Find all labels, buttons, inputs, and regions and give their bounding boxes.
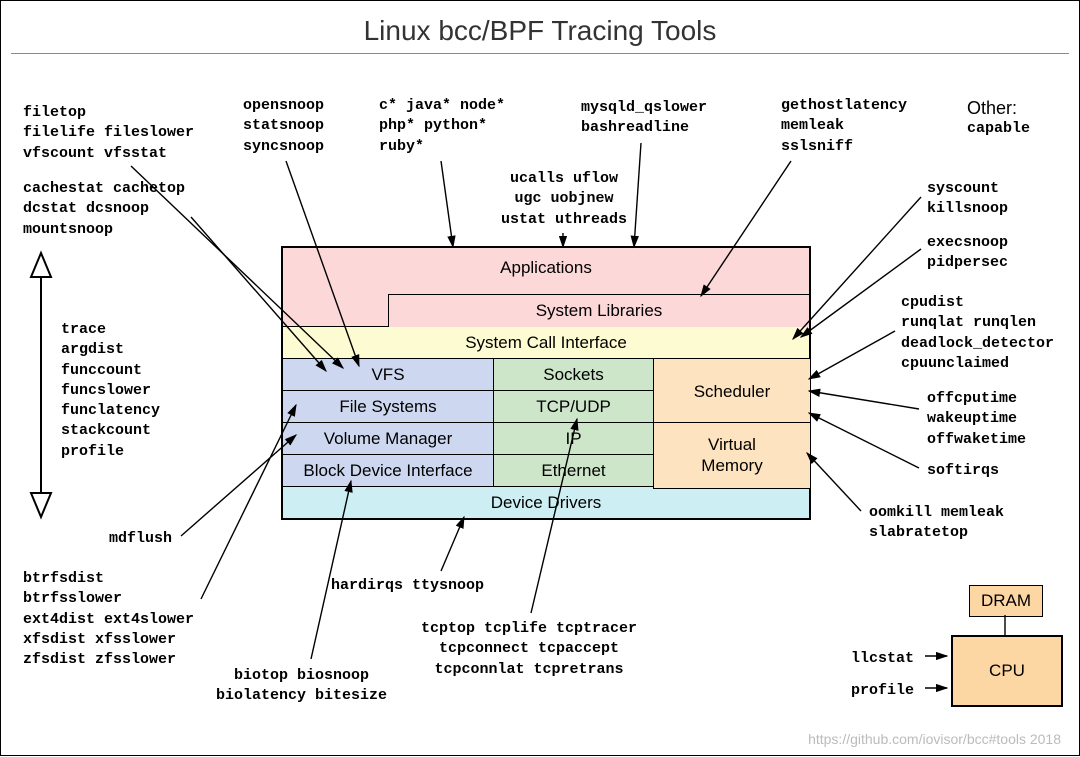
label-mdflush: mdflush <box>109 529 172 549</box>
layer-ip: IP <box>493 423 653 454</box>
label-syscount: syscount killsnoop <box>927 179 1008 220</box>
label-hardirqs: hardirqs ttysnoop <box>331 576 484 596</box>
label-gethost: gethostlatency memleak sslsniff <box>781 96 907 157</box>
label-llcstat: llcstat <box>851 649 914 669</box>
label-biotop: biotop biosnoop biolatency bitesize <box>216 666 387 707</box>
label-opensnoop: opensnoop statsnoop syncsnoop <box>243 96 324 157</box>
os-stack: Applications System Libraries System Cal… <box>281 246 811 520</box>
label-oomkill: oomkill memleak slabratetop <box>869 503 1004 544</box>
layer-applications: Applications <box>283 258 809 278</box>
layer-syscall: System Call Interface <box>283 327 809 358</box>
layer-fs: File Systems <box>283 391 493 422</box>
layer-devdrv: Device Drivers <box>283 487 809 518</box>
layer-sockets: Sockets <box>493 359 653 390</box>
title-rule <box>11 53 1069 54</box>
label-btrfs: btrfsdist btrfsslower ext4dist ext4slowe… <box>23 569 194 670</box>
label-offcpu: offcputime wakeuptime offwaketime <box>927 389 1026 450</box>
label-softirqs: softirqs <box>927 461 999 481</box>
layer-syslib: System Libraries <box>388 294 810 327</box>
layer-vmem: Virtual Memory <box>653 422 810 489</box>
layer-vfs: VFS <box>283 359 493 390</box>
footer-url: https://github.com/iovisor/bcc#tools 201… <box>808 731 1061 747</box>
label-cpudist: cpudist runqlat runqlen deadlock_detecto… <box>901 293 1054 374</box>
label-tcptop: tcptop tcplife tcptracer tcpconnect tcpa… <box>421 619 637 680</box>
label-trace: trace argdist funccount funcslower funcl… <box>61 320 160 462</box>
label-execsnoop: execsnoop pidpersec <box>927 233 1008 274</box>
label-cachestat: cachestat cachetop dcstat dcsnoop mounts… <box>23 179 185 240</box>
diagram-page: Linux bcc/BPF Tracing Tools Applications… <box>0 0 1080 756</box>
label-cjava: c* java* node* php* python* ruby* <box>379 96 505 157</box>
label-mysqld: mysqld_qslower bashreadline <box>581 98 707 139</box>
label-other-header: Other: <box>967 96 1017 120</box>
layer-bdi: Block Device Interface <box>283 455 493 486</box>
label-filetop: filetop filelife fileslower vfscount vfs… <box>23 103 194 164</box>
layer-tcpudp: TCP/UDP <box>493 391 653 422</box>
hw-cpu: CPU <box>951 635 1063 707</box>
label-capable: capable <box>967 119 1030 139</box>
label-ucalls: ucalls uflow ugc uobjnew ustat uthreads <box>501 169 627 230</box>
layer-scheduler: Scheduler <box>653 358 810 425</box>
layer-eth: Ethernet <box>493 455 653 486</box>
page-title: Linux bcc/BPF Tracing Tools <box>1 15 1079 47</box>
layer-volmgr: Volume Manager <box>283 423 493 454</box>
label-profile: profile <box>851 681 914 701</box>
hw-dram: DRAM <box>969 585 1043 617</box>
